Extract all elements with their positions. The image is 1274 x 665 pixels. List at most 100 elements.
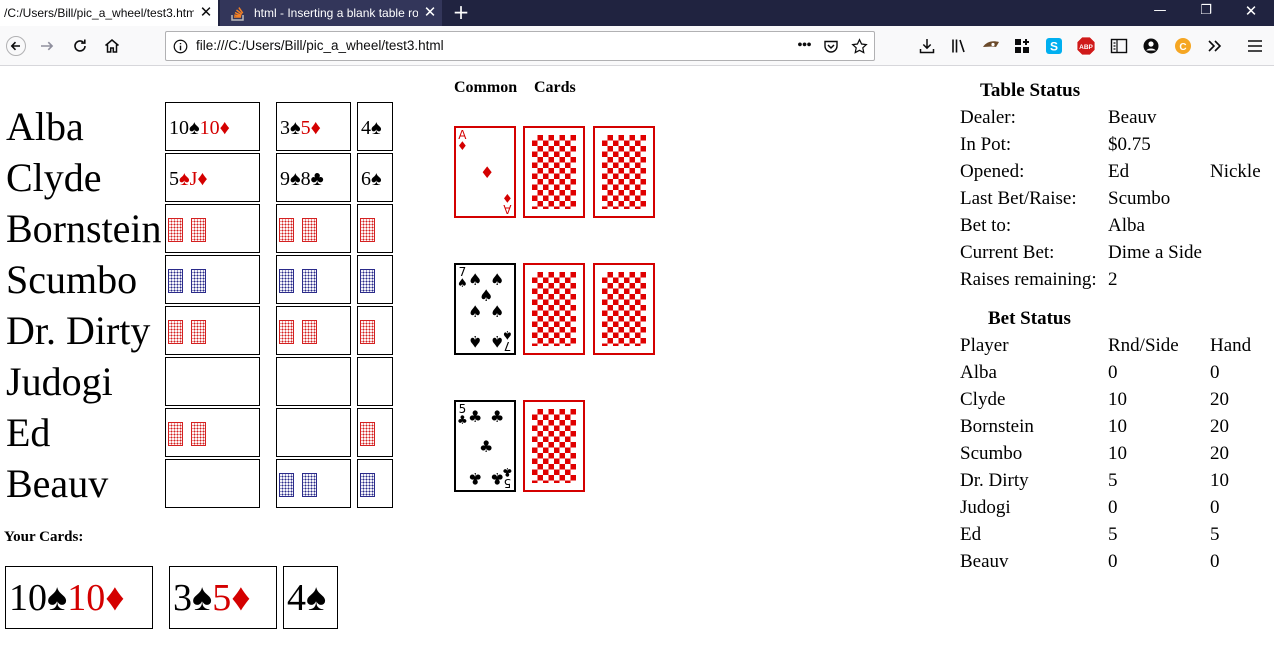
- card-pair: 3♠5♦: [280, 117, 321, 139]
- bet-header: Player: [960, 335, 1009, 356]
- status-label: Current Bet:: [960, 242, 1055, 263]
- bet-hand: 5: [1210, 524, 1220, 545]
- close-tab-icon[interactable]: ✕: [194, 0, 218, 26]
- more-icon[interactable]: •••: [793, 36, 815, 56]
- card-back: [302, 320, 317, 344]
- hand-cell: 9♠8♣: [276, 153, 351, 202]
- skype-icon[interactable]: S: [1043, 35, 1065, 57]
- address-bar[interactable]: file:///C:/Users/Bill/pic_a_wheel/test3.…: [165, 31, 875, 61]
- new-tab-icon[interactable]: +: [446, 0, 476, 26]
- bookmark-star-icon[interactable]: [848, 36, 870, 56]
- url-text[interactable]: file:///C:/Users/Bill/pic_a_wheel/test3.…: [196, 32, 444, 60]
- status-value: Alba: [1108, 215, 1145, 236]
- back-icon[interactable]: [2, 32, 30, 60]
- status-label: Opened:: [960, 161, 1025, 182]
- hand-cell: [165, 255, 260, 304]
- common-card-back: [523, 400, 585, 492]
- common-card-back: [523, 126, 585, 218]
- bet-rnd: 0: [1108, 497, 1118, 518]
- forward-icon[interactable]: [33, 32, 61, 60]
- bet-player: Clyde: [960, 389, 1006, 410]
- your-cards-label: Your Cards:: [4, 529, 84, 545]
- hand-cell: [276, 459, 351, 508]
- tab-test3[interactable]: /C:/Users/Bill/pic_a_wheel/test3.htm ✕: [0, 0, 218, 26]
- card-back: [168, 269, 183, 293]
- bet-rnd: 0: [1108, 551, 1118, 572]
- common-card-back: [593, 263, 655, 355]
- card-back: [302, 218, 317, 242]
- card-single: 6♠: [361, 168, 382, 190]
- bet-hand: 0: [1210, 551, 1220, 572]
- card-back: [168, 218, 183, 242]
- hand-cell: [276, 408, 351, 457]
- bet-hand: 0: [1210, 497, 1220, 518]
- bet-rnd: 10: [1108, 389, 1127, 410]
- card-back: [191, 422, 206, 446]
- player-name: Clyde: [6, 155, 102, 200]
- overflow-icon[interactable]: [1204, 35, 1226, 57]
- hand-cell: [357, 357, 393, 406]
- card-back: [191, 269, 206, 293]
- tab-stackoverflow[interactable]: html - Inserting a blank table ro ✕: [220, 0, 442, 26]
- bet-rnd: 10: [1108, 443, 1127, 464]
- card-back: [279, 269, 294, 293]
- extension-icon[interactable]: [980, 35, 1002, 57]
- coin-badge: C: [1179, 42, 1186, 53]
- restore-icon[interactable]: ❐: [1183, 0, 1229, 26]
- hand-cell: 5♠J♦: [165, 153, 260, 202]
- common-cards-header: Common: [454, 79, 518, 96]
- player-name: Scumbo: [6, 257, 138, 302]
- status-label: Raises remaining:: [960, 269, 1097, 290]
- your-card-single: 4♠: [283, 566, 338, 629]
- grid-icon[interactable]: [1011, 35, 1033, 57]
- hand-cell: 6♠: [357, 153, 393, 202]
- info-icon[interactable]: [173, 39, 188, 54]
- close-tab-icon[interactable]: ✕: [418, 0, 442, 26]
- card-back: [360, 422, 375, 446]
- close-window-icon[interactable]: ✕: [1228, 0, 1274, 26]
- hand-cell: [357, 459, 393, 508]
- reader-icon[interactable]: [1108, 35, 1130, 57]
- skype-badge: S: [1050, 40, 1058, 54]
- pocket-icon[interactable]: [820, 36, 842, 56]
- minimize-icon[interactable]: —: [1137, 0, 1183, 26]
- card-back: [279, 473, 294, 497]
- player-name: Bornstein: [6, 206, 162, 251]
- card-pair: 9♠8♣: [280, 168, 324, 190]
- reload-icon[interactable]: [66, 32, 94, 60]
- home-icon[interactable]: [98, 32, 126, 60]
- hand-cell: [165, 204, 260, 253]
- account-icon[interactable]: [1140, 35, 1162, 57]
- status-label: Last Bet/Raise:: [960, 188, 1077, 209]
- downloads-icon[interactable]: [916, 35, 938, 57]
- card-back: [191, 218, 206, 242]
- status-value: $0.75: [1108, 134, 1151, 155]
- menu-icon[interactable]: [1244, 35, 1266, 57]
- tab-title: html - Inserting a blank table ro: [254, 6, 418, 20]
- coin-icon[interactable]: C: [1172, 35, 1194, 57]
- hand-cell: [276, 204, 351, 253]
- bet-player: Scumbo: [960, 443, 1023, 464]
- card-back: [360, 269, 375, 293]
- card-back: [279, 218, 294, 242]
- common-card-back: [523, 263, 585, 355]
- hand-cell: [276, 357, 351, 406]
- card-back: [302, 473, 317, 497]
- card-single: 4♠: [361, 117, 382, 139]
- card-back: [168, 422, 183, 446]
- adblock-badge: ABP: [1079, 44, 1093, 51]
- hand-cell: [357, 408, 393, 457]
- player-name: Judogi: [6, 359, 113, 404]
- bet-player: Beauv: [960, 551, 1009, 572]
- bet-rnd: 0: [1108, 362, 1118, 383]
- status-label: In Pot:: [960, 134, 1012, 155]
- bet-rnd: 5: [1108, 524, 1118, 545]
- adblock-icon[interactable]: ABP: [1075, 35, 1097, 57]
- library-icon[interactable]: [948, 35, 970, 57]
- common-card: 5 ♣ ♣ ♣ ♣ ♣ ♣ 5 ♣: [454, 400, 516, 492]
- card-back: [360, 473, 375, 497]
- card-back: [360, 320, 375, 344]
- bet-hand: 20: [1210, 443, 1229, 464]
- player-name: Ed: [6, 410, 51, 455]
- bet-player: Dr. Dirty: [960, 470, 1029, 491]
